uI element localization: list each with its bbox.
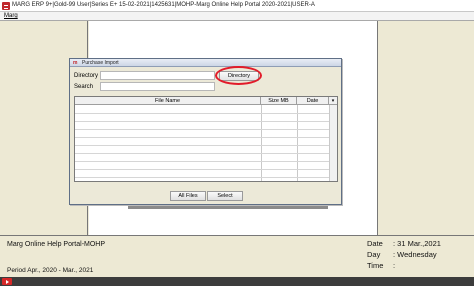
column-header-size[interactable]: Size MB: [261, 97, 297, 105]
table-row[interactable]: [75, 177, 329, 178]
table-row[interactable]: [75, 137, 329, 138]
table-row[interactable]: [75, 153, 329, 154]
column-header-date[interactable]: Date: [297, 97, 329, 105]
dialog-title-bar: m Purchase Import: [70, 59, 341, 67]
dialog-title: Purchase Import: [82, 60, 119, 66]
day-label: Day: [367, 250, 381, 259]
table-row[interactable]: [75, 145, 329, 146]
table-row[interactable]: [75, 129, 329, 130]
time-value: :: [393, 261, 396, 270]
marg-logo-icon: [2, 2, 10, 10]
table-header: File Name Size MB Date ▾: [75, 97, 337, 105]
date-row: Date : 31 Mar.,2021: [367, 239, 441, 248]
search-input[interactable]: [100, 82, 215, 91]
window-title: MARG ERP 9+|Gold-99 User|Series E+ 15-02…: [12, 2, 315, 8]
select-button[interactable]: Select: [207, 191, 243, 201]
date-value: : 31 Mar.,2021: [393, 239, 441, 248]
purchase-import-dialog: m Purchase Import Directory Directory Se…: [69, 58, 342, 205]
day-value: : Wednesday: [393, 250, 437, 259]
column-divider: [297, 105, 298, 181]
video-player-bar: [0, 277, 474, 286]
all-files-button[interactable]: All Files: [170, 191, 206, 201]
file-table[interactable]: File Name Size MB Date ▾: [74, 96, 338, 182]
column-divider: [261, 105, 262, 181]
directory-input[interactable]: [100, 71, 215, 80]
search-label: Search: [74, 84, 94, 90]
table-vertical-scrollbar[interactable]: [329, 105, 337, 181]
column-header-file-name[interactable]: File Name: [75, 97, 261, 105]
portal-name: Marg Online Help Portal-MOHP: [7, 241, 106, 248]
chevron-down-icon[interactable]: ▾: [329, 97, 337, 105]
marg-logo-icon: m: [73, 60, 78, 66]
title-bar: MARG ERP 9+|Gold-99 User|Series E+ 15-02…: [0, 0, 474, 12]
time-row: Time:: [367, 261, 395, 270]
horizontal-scrollbar[interactable]: [128, 206, 328, 209]
table-row[interactable]: [75, 169, 329, 170]
directory-label: Directory: [74, 73, 99, 79]
menu-item-marg[interactable]: Marg: [4, 13, 18, 19]
date-label: Date: [367, 239, 383, 248]
right-panel: [377, 21, 474, 235]
period-text: Period Apr., 2020 - Mar., 2021: [7, 267, 94, 274]
table-row[interactable]: [75, 113, 329, 114]
status-footer: Marg Online Help Portal-MOHP Period Apr.…: [0, 235, 474, 277]
table-row[interactable]: [75, 161, 329, 162]
youtube-play-icon[interactable]: [2, 278, 12, 285]
time-label: Time: [367, 261, 384, 270]
menu-bar: Marg: [0, 12, 474, 21]
day-row: Day : Wednesday: [367, 250, 437, 259]
directory-button-highlight: [215, 66, 262, 85]
table-row[interactable]: [75, 121, 329, 122]
